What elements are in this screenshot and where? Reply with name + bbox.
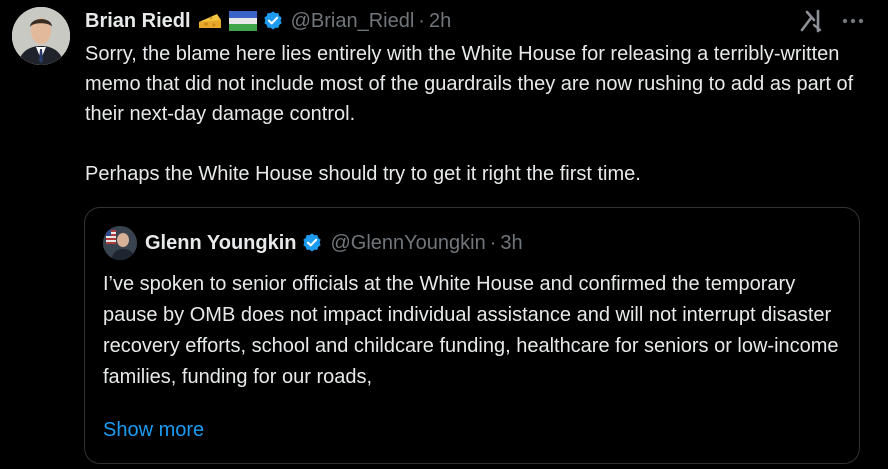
grok-icon[interactable] bbox=[798, 8, 824, 34]
verified-badge-icon bbox=[262, 10, 284, 32]
display-name[interactable]: Brian Riedl bbox=[85, 10, 191, 33]
quoted-tweet-text: I’ve spoken to senior officials at the W… bbox=[103, 273, 839, 388]
more-icon[interactable] bbox=[842, 18, 864, 24]
separator-dot: · bbox=[418, 9, 425, 32]
tweet: Brian Riedl @Brian_Riedl · 2h Sorry, the… bbox=[0, 0, 888, 469]
quoted-tweet-header: Glenn Youngkin @GlennYoungkin · 3h bbox=[103, 226, 523, 260]
quoted-timestamp[interactable]: 3h bbox=[500, 232, 522, 255]
tweet-paragraph: Perhaps the White House should try to ge… bbox=[85, 163, 641, 185]
verified-badge-icon bbox=[301, 232, 323, 254]
cheese-emoji-icon bbox=[197, 10, 223, 32]
show-more-link[interactable]: Show more bbox=[103, 419, 204, 442]
tweet-actions bbox=[798, 8, 864, 34]
tweet-paragraph: Sorry, the blame here lies entirely with… bbox=[85, 43, 854, 125]
tweet-text: Sorry, the blame here lies entirely with… bbox=[85, 39, 875, 189]
quoted-avatar[interactable] bbox=[103, 226, 137, 260]
separator-dot: · bbox=[489, 231, 497, 254]
quoted-handle[interactable]: @GlennYoungkin bbox=[330, 232, 485, 255]
tweet-header: Brian Riedl @Brian_Riedl · 2h bbox=[85, 6, 451, 36]
quoted-display-name[interactable]: Glenn Youngkin bbox=[145, 232, 296, 255]
avatar-image bbox=[12, 7, 70, 65]
flag-emoji-icon bbox=[228, 11, 257, 31]
avatar[interactable] bbox=[12, 7, 70, 65]
timestamp[interactable]: 2h bbox=[429, 10, 451, 33]
quoted-tweet[interactable]: Glenn Youngkin @GlennYoungkin · 3h I’ve … bbox=[84, 207, 860, 464]
handle[interactable]: @Brian_Riedl bbox=[291, 10, 415, 33]
